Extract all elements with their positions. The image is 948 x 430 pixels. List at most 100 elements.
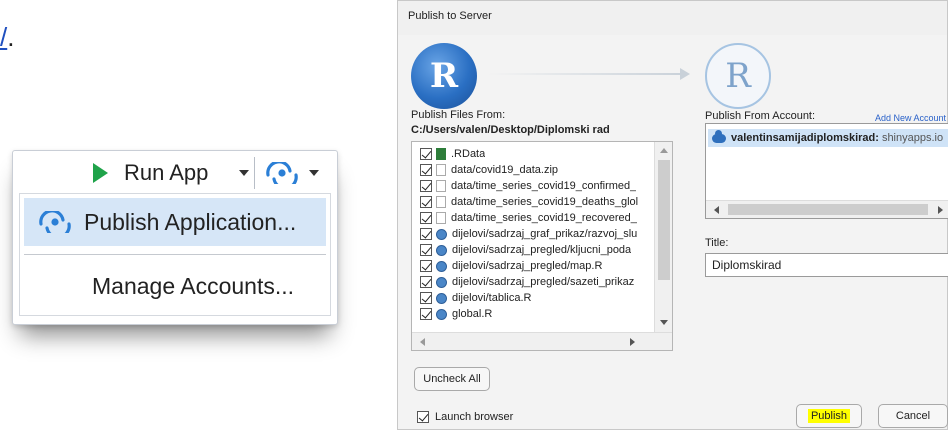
files-label: Publish Files From: <box>411 109 506 121</box>
file-row[interactable]: dijelovi/sadrzaj_graf_prikaz/razvoj_slu <box>412 226 652 242</box>
launch-browser-label: Launch browser <box>435 411 514 423</box>
file-icon <box>436 164 446 176</box>
file-name: data/time_series_covid19_recovered_ <box>451 212 637 224</box>
account-row[interactable]: valentinsamijadiplomskirad: shinyapps.io <box>708 129 948 147</box>
files-path: C:/Users/valen/Desktop/Diplomski rad <box>411 124 610 136</box>
publish-icon <box>266 162 298 184</box>
account-server: shinyapps.io <box>881 132 944 144</box>
account-list-box: valentinsamijadiplomskirad: shinyapps.io <box>705 123 948 219</box>
play-icon <box>93 163 108 183</box>
r-file-icon <box>436 260 447 272</box>
r-server-logo-icon: R <box>705 43 771 109</box>
publish-dropdown-menu: Publish Application... Manage Accounts..… <box>19 193 331 316</box>
file-row[interactable]: data/time_series_covid19_recovered_ <box>412 210 652 226</box>
uncheck-all-button[interactable]: Uncheck All <box>414 367 490 391</box>
r-logo-icon: R <box>411 43 477 109</box>
r-file-icon <box>436 292 447 304</box>
publish-menu-panel: Run App Publish Application... Manage Ac… <box>12 150 338 325</box>
checkbox[interactable] <box>420 260 432 272</box>
file-name: .RData <box>451 148 486 160</box>
file-name: data/covid19_data.zip <box>451 164 559 176</box>
checkbox[interactable] <box>420 276 432 288</box>
file-name: global.R <box>452 308 493 320</box>
files-list-box: .RData data/covid19_data.zip data/time_s… <box>411 141 673 351</box>
file-row[interactable]: data/covid19_data.zip <box>412 162 652 178</box>
menu-item-label: Manage Accounts... <box>92 272 295 299</box>
launch-browser-checkbox[interactable] <box>417 411 429 423</box>
arrow-right-icon <box>680 68 690 80</box>
r-file-icon <box>436 244 447 256</box>
menu-divider <box>24 254 326 255</box>
file-name: data/time_series_covid19_deaths_glol <box>451 196 639 208</box>
menu-item-publish-application[interactable]: Publish Application... <box>24 198 326 246</box>
files-horizontal-scrollbar[interactable] <box>412 332 672 350</box>
r-file-icon <box>436 276 447 288</box>
scroll-right-icon[interactable] <box>630 338 635 346</box>
scroll-thumb[interactable] <box>658 160 670 280</box>
checkbox[interactable] <box>420 244 432 256</box>
scroll-down-icon[interactable] <box>660 320 668 325</box>
add-new-account-link[interactable]: Add New Account <box>875 113 946 123</box>
file-list: .RData data/covid19_data.zip data/time_s… <box>412 146 652 322</box>
run-app-label: Run App <box>124 160 209 185</box>
checkbox[interactable] <box>420 148 432 160</box>
chevron-down-icon <box>309 170 319 176</box>
menu-item-label: Publish Application... <box>84 208 297 235</box>
r-server-logo-letter: R <box>725 56 751 96</box>
run-app-dropdown-icon[interactable] <box>239 170 249 176</box>
publish-dropdown-button[interactable] <box>265 160 331 186</box>
r-file-icon <box>436 308 447 320</box>
scroll-left-icon[interactable] <box>420 338 425 346</box>
file-name: dijelovi/sadrzaj_graf_prikaz/razvoj_slu <box>452 228 638 240</box>
account-name: valentinsamijadiplomskirad: <box>731 132 879 144</box>
checkbox[interactable] <box>420 308 432 320</box>
file-row[interactable]: dijelovi/tablica.R <box>412 290 652 306</box>
publish-button-label: Publish <box>807 409 851 423</box>
file-icon <box>436 180 446 192</box>
checkbox[interactable] <box>420 196 432 208</box>
checkbox[interactable] <box>420 212 432 224</box>
checkbox[interactable] <box>420 228 432 240</box>
file-name: dijelovi/sadrzaj_pregled/sazeti_prikaz <box>452 276 635 288</box>
file-row[interactable]: dijelovi/sadrzaj_pregled/sazeti_prikaz <box>412 274 652 290</box>
file-row[interactable]: .RData <box>412 146 652 162</box>
file-row[interactable]: dijelovi/sadrzaj_pregled/map.R <box>412 258 652 274</box>
title-input[interactable]: Diplomskirad <box>705 253 948 277</box>
link-punctuation: . <box>7 22 15 52</box>
scroll-up-icon[interactable] <box>660 148 668 153</box>
checkbox[interactable] <box>420 180 432 192</box>
scroll-thumb[interactable] <box>728 204 928 215</box>
file-row[interactable]: data/time_series_covid19_deaths_glol <box>412 194 652 210</box>
toolbar-divider <box>254 157 255 189</box>
cancel-button[interactable]: Cancel <box>878 404 948 428</box>
checkbox[interactable] <box>420 292 432 304</box>
file-name: dijelovi/tablica.R <box>452 292 532 304</box>
file-icon <box>436 196 446 208</box>
file-name: data/time_series_covid19_confirmed_ <box>451 180 637 192</box>
file-row[interactable]: global.R <box>412 306 652 322</box>
title-label: Title: <box>705 237 729 249</box>
file-name: dijelovi/sadrzaj_pregled/map.R <box>452 260 603 272</box>
rdata-icon <box>436 148 446 160</box>
publish-to-server-dialog: Publish to Server R R Publish Files From… <box>397 0 948 430</box>
files-vertical-scrollbar[interactable] <box>654 142 672 334</box>
file-row[interactable]: dijelovi/sadrzaj_pregled/kljucni_poda <box>412 242 652 258</box>
scroll-right-icon[interactable] <box>938 206 943 214</box>
r-file-icon <box>436 228 447 240</box>
publish-button[interactable]: Publish <box>796 404 862 428</box>
cloud-icon <box>712 129 726 143</box>
arrow-line <box>488 73 684 75</box>
file-icon <box>436 212 446 224</box>
checkbox[interactable] <box>420 164 432 176</box>
r-logo-letter: R <box>429 56 459 96</box>
file-row[interactable]: data/time_series_covid19_confirmed_ <box>412 178 652 194</box>
run-app-button[interactable]: Run App <box>93 159 208 187</box>
scroll-left-icon[interactable] <box>714 206 719 214</box>
editor-toolbar: Run App <box>13 151 337 195</box>
account-label: Publish From Account: <box>705 110 816 122</box>
account-horizontal-scrollbar[interactable] <box>706 200 948 218</box>
launch-browser-option[interactable]: Launch browser <box>417 411 513 423</box>
menu-item-manage-accounts[interactable]: Manage Accounts... <box>24 264 326 308</box>
file-name: dijelovi/sadrzaj_pregled/kljucni_poda <box>452 244 632 256</box>
screenshot-stage: /. Run App Publish Application... Manage… <box>0 0 948 430</box>
